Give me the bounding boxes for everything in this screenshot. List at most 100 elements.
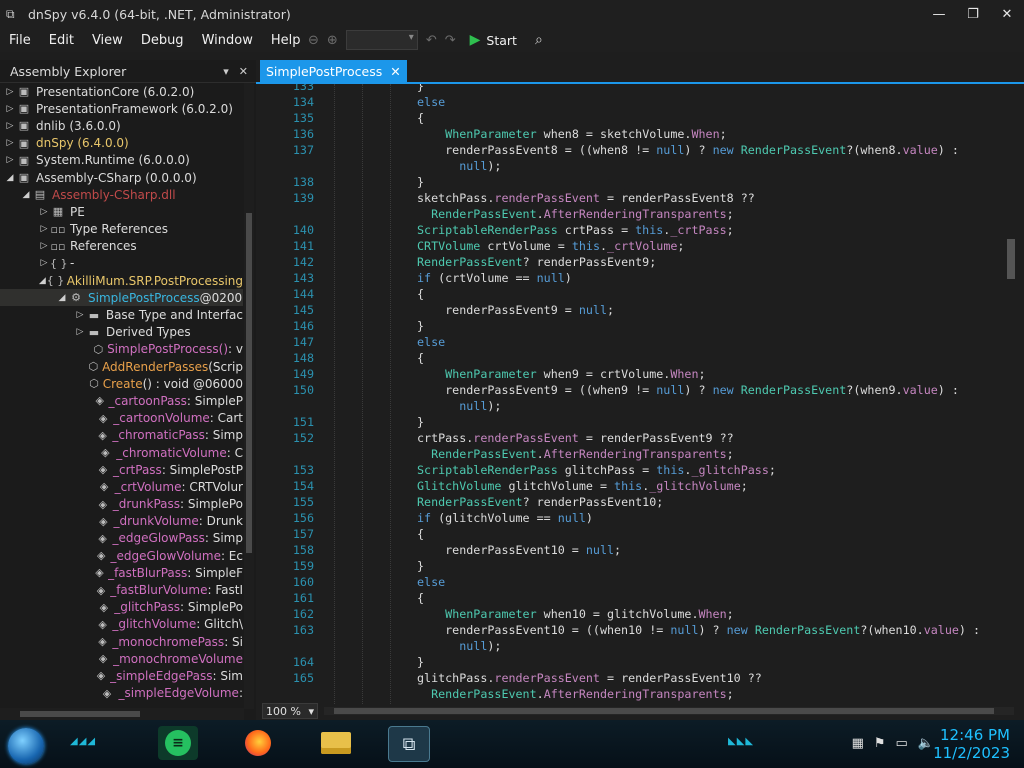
tree-item-label: PresentationFramework (6.0.2.0) bbox=[36, 101, 233, 116]
menu-help[interactable]: Help bbox=[262, 33, 310, 48]
search-icon[interactable]: ⌕ bbox=[535, 32, 543, 48]
scroll-thumb[interactable] bbox=[246, 213, 252, 553]
tree-item[interactable]: ◈ _chromaticVolume : C bbox=[0, 444, 243, 461]
tree-item[interactable]: ◢ ▣ Assembly-CSharp (0.0.0.0) bbox=[0, 169, 243, 186]
tree-item[interactable]: ◢ ▤ Assembly-CSharp.dll bbox=[0, 186, 243, 203]
expand-toggle-icon[interactable]: ▷ bbox=[74, 310, 86, 320]
volume-icon[interactable]: 🔈 bbox=[918, 736, 934, 751]
expand-toggle-icon[interactable]: ◢ bbox=[38, 276, 47, 286]
menu-view[interactable]: View bbox=[83, 33, 132, 48]
expand-toggle-icon[interactable]: ▷ bbox=[38, 207, 50, 217]
menu-window[interactable]: Window bbox=[193, 33, 262, 48]
tree-item[interactable]: ◈ _glitchVolume : Glitch\ bbox=[0, 616, 243, 633]
tree-item[interactable]: ◈ _monochromeVolume bbox=[0, 650, 243, 667]
expand-toggle-icon[interactable]: ▷ bbox=[74, 327, 86, 337]
code-editor[interactable]: 133} 134 else 135 {136 WhenParameter when8 =… bbox=[262, 84, 1002, 704]
line-number: 152 bbox=[292, 431, 314, 445]
tree-item[interactable]: ⬡ SimplePostProcess() : v bbox=[0, 341, 243, 358]
redo-icon[interactable]: ↷ bbox=[445, 33, 456, 48]
tree-item[interactable]: ▷ ▣ System.Runtime (6.0.0.0) bbox=[0, 152, 243, 169]
tree-vertical-scrollbar[interactable] bbox=[244, 83, 254, 709]
tree-horizontal-scrollbar[interactable] bbox=[0, 708, 244, 720]
tree-item[interactable]: ◢{ } AkilliMum.SRP.PostProcessing bbox=[0, 272, 243, 289]
tree-item[interactable]: ◈ _fastBlurVolume : FastI bbox=[0, 581, 243, 598]
expand-toggle-icon[interactable]: ▷ bbox=[4, 87, 16, 97]
tree-item[interactable]: ◈ _cartoonVolume : Cart bbox=[0, 410, 243, 427]
expand-toggle-icon[interactable]: ▷ bbox=[38, 224, 50, 234]
expand-toggle-icon[interactable]: ▷ bbox=[4, 138, 16, 148]
scroll-thumb[interactable] bbox=[20, 711, 140, 717]
taskbar-notes-app[interactable]: ≡ bbox=[158, 726, 198, 760]
expand-toggle-icon[interactable]: ▷ bbox=[4, 121, 16, 131]
tree-item[interactable]: ◈ _edgeGlowVolume : Ec bbox=[0, 547, 243, 564]
start-orb[interactable] bbox=[8, 728, 44, 764]
tree-item[interactable]: ◈ _glitchPass : SimplePo bbox=[0, 599, 243, 616]
expand-toggle-icon[interactable]: ◢ bbox=[20, 190, 32, 200]
tree-item[interactable]: ▷ ▬ Derived Types bbox=[0, 324, 243, 341]
tree-item[interactable]: ◈ _edgeGlowPass : Simp bbox=[0, 530, 243, 547]
editor-vertical-scrollbar[interactable] bbox=[1004, 84, 1018, 704]
menu-debug[interactable]: Debug bbox=[132, 33, 193, 48]
tree-item[interactable]: ◈ _fastBlurPass : SimpleF bbox=[0, 564, 243, 581]
taskbar-dnspy[interactable]: ⧉ bbox=[388, 726, 430, 762]
tree-item[interactable]: ◈ _simpleEdgePass : Sim bbox=[0, 667, 243, 684]
expand-toggle-icon[interactable]: ▷ bbox=[38, 258, 50, 268]
scroll-thumb[interactable] bbox=[334, 708, 994, 714]
decoration-icon: ◢◢◢ bbox=[70, 736, 97, 747]
maximize-button[interactable]: ❐ bbox=[956, 0, 990, 28]
tree-item[interactable]: ▷{ } - bbox=[0, 255, 243, 272]
network-icon[interactable]: ▭ bbox=[896, 736, 908, 751]
tab-close-icon[interactable]: ✕ bbox=[390, 64, 400, 79]
scroll-thumb[interactable] bbox=[1007, 239, 1015, 279]
tree-item[interactable]: ▷ ▬ Base Type and Interfac bbox=[0, 306, 244, 323]
tree-item[interactable]: ◈ _monochromePass : Si bbox=[0, 633, 243, 650]
panel-close-icon[interactable]: ✕ bbox=[239, 65, 248, 78]
editor-horizontal-scrollbar[interactable] bbox=[324, 707, 1014, 715]
tree-item[interactable]: ▷ ▫▫ Type References bbox=[0, 221, 243, 238]
expand-toggle-icon[interactable]: ◢ bbox=[56, 293, 68, 303]
expand-toggle-icon[interactable]: ◢ bbox=[4, 173, 16, 183]
expand-toggle-icon[interactable]: ▷ bbox=[4, 155, 16, 165]
tree-item[interactable]: ▷ ▣ dnlib (3.6.0.0) bbox=[0, 117, 243, 134]
tree-node-icon: ▤ bbox=[34, 188, 46, 202]
minimize-button[interactable]: — bbox=[922, 0, 956, 28]
zoom-combo[interactable]: 100 % ▾ bbox=[262, 703, 318, 719]
tree-item[interactable]: ▷ ▣ PresentationCore (6.0.2.0) bbox=[0, 83, 243, 100]
clock[interactable]: 12:46 PM 11/2/2023 bbox=[933, 726, 1010, 762]
tree-item-label: AkilliMum.SRP.PostProcessing bbox=[66, 273, 243, 288]
tree-item[interactable]: ◢ ⚙ SimplePostProcess @0200 bbox=[0, 289, 243, 307]
tree-item[interactable]: ▷ ▫▫ References bbox=[0, 238, 243, 255]
expand-toggle-icon[interactable]: ▷ bbox=[4, 104, 16, 114]
close-button[interactable]: ✕ bbox=[990, 0, 1024, 28]
tree-item[interactable]: ◈ _cartoonPass : SimpleP bbox=[0, 392, 243, 409]
start-button[interactable]: ▶ Start bbox=[470, 32, 517, 48]
tree-node-icon: ◈ bbox=[98, 617, 107, 631]
tree-item[interactable]: ◈ _crtPass : SimplePostP bbox=[0, 461, 243, 478]
menu-edit[interactable]: Edit bbox=[40, 33, 83, 48]
forward-icon[interactable]: ⊕ bbox=[327, 33, 338, 48]
code-text: } bbox=[417, 559, 425, 573]
menu-file[interactable]: File bbox=[0, 33, 40, 48]
panel-menu-icon[interactable]: ▾ bbox=[223, 65, 229, 78]
undo-icon[interactable]: ↶ bbox=[426, 33, 437, 48]
tree-item[interactable]: ▷ ▣ PresentationFramework (6.0.2.0) bbox=[0, 100, 243, 117]
flag-icon[interactable]: ⚑ bbox=[874, 736, 886, 751]
tree-item[interactable]: ⬡ AddRenderPasses (Scrip bbox=[0, 358, 243, 375]
tab-simplepostprocess[interactable]: SimplePostProcess ✕ bbox=[260, 60, 407, 82]
back-icon[interactable]: ⊖ bbox=[308, 33, 319, 48]
tree-item[interactable]: ⬡ Create() : void @06000 bbox=[0, 375, 243, 392]
tree-item[interactable]: ▷ ▦ PE bbox=[0, 203, 243, 220]
tree-item[interactable]: ◈ _drunkVolume : Drunk bbox=[0, 513, 243, 530]
tree-item[interactable]: ▷ ▣ dnSpy (6.4.0.0) bbox=[0, 135, 243, 152]
tree-item[interactable]: ◈ _drunkPass : SimplePo bbox=[0, 496, 243, 513]
tree-item[interactable]: ◈ _crtVolume : CRTVolur bbox=[0, 478, 243, 495]
expand-toggle-icon[interactable]: ▷ bbox=[38, 241, 50, 251]
tree-item[interactable]: ◈ _chromaticPass : Simp bbox=[0, 427, 243, 444]
taskbar-file-explorer[interactable] bbox=[316, 726, 356, 760]
config-combo[interactable] bbox=[345, 30, 418, 50]
tree-item[interactable]: ◈ _simpleEdgeVolume : bbox=[0, 685, 243, 702]
line-number: 138 bbox=[292, 175, 314, 189]
indent-guide bbox=[362, 84, 364, 704]
taskbar-firefox[interactable] bbox=[238, 726, 278, 760]
tray-app-icon[interactable]: ▦ bbox=[852, 736, 864, 751]
